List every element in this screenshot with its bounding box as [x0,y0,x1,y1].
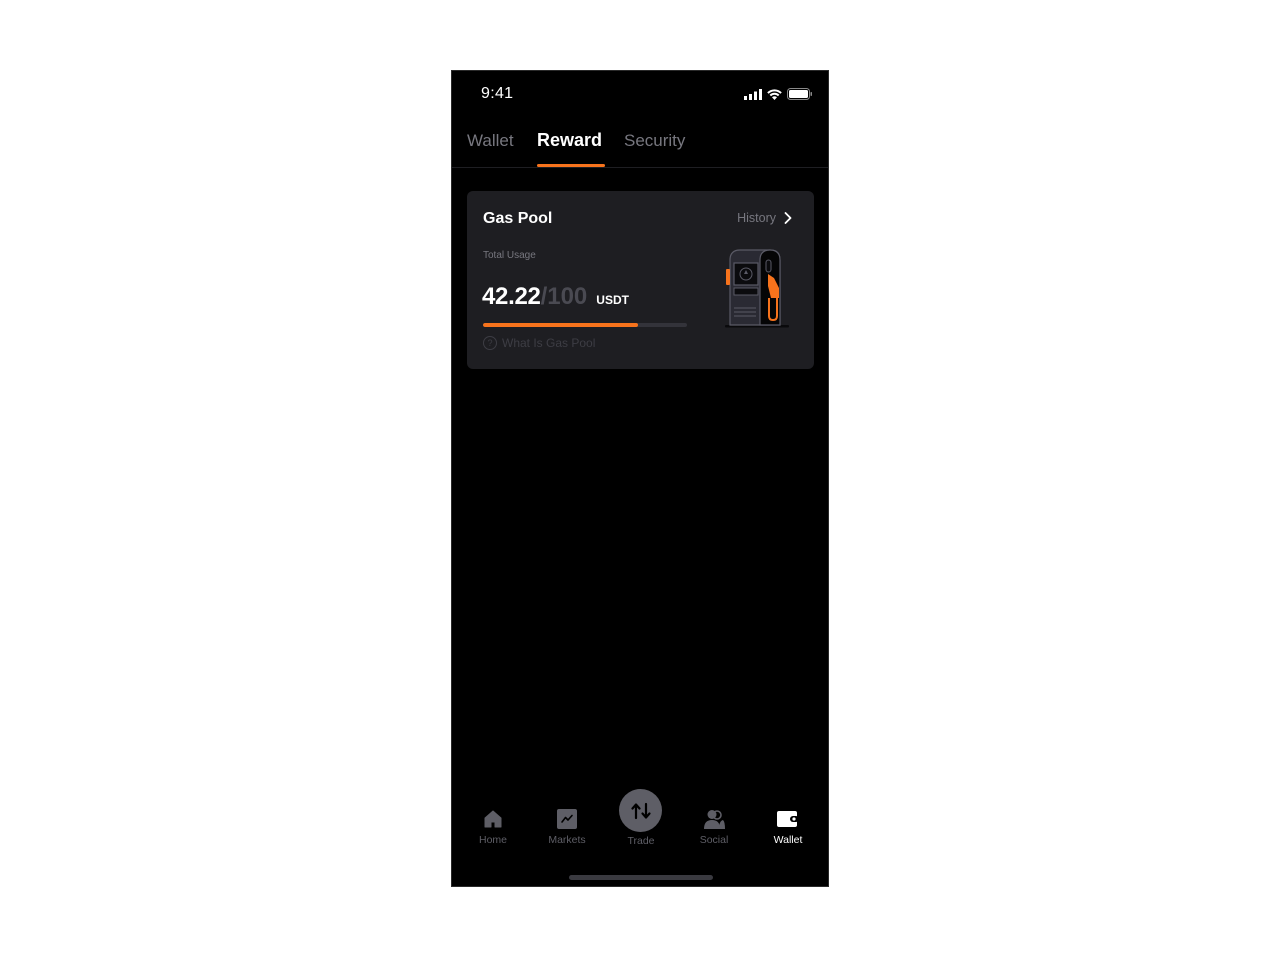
status-bar: 9:41 [452,71,828,121]
tab-bar: Wallet Reward Security [452,123,828,168]
wallet-icon [777,811,799,827]
nav-social-label: Social [699,834,729,846]
chart-icon [557,809,577,829]
nav-trade-label: Trade [627,835,655,847]
help-label: What Is Gas Pool [502,336,596,350]
swap-arrows-icon [630,802,651,819]
usage-value: 42.22 [482,283,541,310]
gas-pump-illustration [725,249,789,328]
total-usage-label: Total Usage [483,250,536,261]
nav-markets[interactable]: Markets [537,807,597,846]
gas-pool-title: Gas Pool [483,210,553,227]
tab-security[interactable]: Security [624,131,685,151]
nav-home[interactable]: Home [463,807,523,846]
home-indicator [569,875,713,880]
usage-total: 100 [547,283,588,310]
wifi-icon [767,88,782,100]
cellular-signal-icon [744,88,762,100]
tab-reward[interactable]: Reward [537,130,602,151]
what-is-gas-pool-link[interactable]: ? What Is Gas Pool [483,336,595,350]
usage-unit: USDT [596,293,629,307]
battery-icon [787,88,812,100]
users-icon [704,810,725,829]
nav-wallet[interactable]: Wallet [758,807,818,846]
active-tab-indicator [537,164,605,167]
nav-social[interactable]: Social [684,807,744,846]
home-icon [484,810,502,828]
chevron-right-icon [784,212,792,224]
status-icons [744,88,813,100]
history-link[interactable]: History [737,211,792,225]
gas-pool-card: Gas Pool History Total Usage 42.22 / 100… [467,191,814,369]
tab-wallet[interactable]: Wallet [467,131,514,151]
phone-screen: 9:41 Wallet Reward Security Gas Pool His… [451,70,829,887]
nav-home-label: Home [478,834,507,846]
usage-amount: 42.22 / 100 USDT [482,283,629,311]
usage-progress-fill [483,323,639,327]
bottom-navigation: Home Markets Trade Social Wallet [452,787,828,857]
nav-markets-label: Markets [548,834,586,846]
nav-trade-button[interactable] [619,789,662,832]
usage-progress-bar [483,323,687,327]
usage-separator: / [540,283,548,310]
nav-wallet-label: Wallet [773,834,803,846]
question-circle-icon: ? [483,336,497,350]
history-label: History [737,211,776,225]
status-time: 9:41 [481,85,514,102]
